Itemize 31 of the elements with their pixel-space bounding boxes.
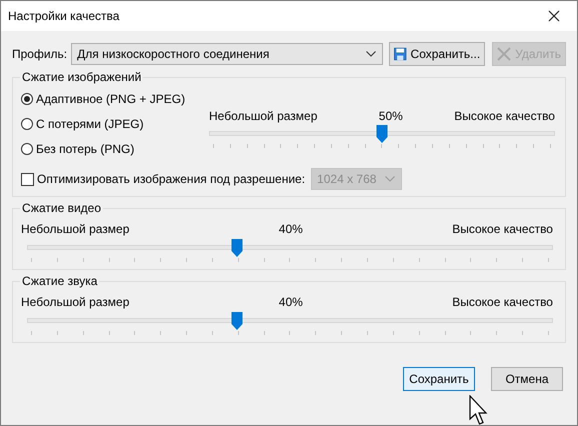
- cross-icon: [497, 47, 512, 61]
- cancel-button[interactable]: Отмена: [491, 367, 563, 391]
- field-label: Профиль:: [12, 47, 68, 61]
- close-icon: [548, 10, 560, 22]
- slider-value: 40%: [278, 295, 303, 309]
- slider-min-label: Небольшой размер: [21, 222, 130, 236]
- slider-max-label: Высокое качество: [452, 222, 553, 236]
- chevron-down-icon: [366, 51, 376, 57]
- slider-value: 40%: [278, 222, 303, 236]
- slider[interactable]: [27, 239, 553, 257]
- slider[interactable]: [27, 312, 553, 330]
- slider-thumb[interactable]: [232, 239, 243, 257]
- save-profile-button[interactable]: Сохранить...: [389, 42, 486, 66]
- radio-option[interactable]: Без потерь (PNG): [21, 140, 209, 158]
- slider-thumb[interactable]: [376, 125, 388, 143]
- radio-option[interactable]: С потерями (JPEG): [21, 115, 209, 133]
- group-title: Сжатие звука: [21, 274, 98, 288]
- chevron-down-icon: [385, 176, 396, 182]
- slider-max-label: Высокое качество: [454, 109, 555, 123]
- radio-option[interactable]: Адаптивное (PNG + JPEG): [21, 90, 209, 108]
- slider-max-label: Высокое качество: [452, 295, 553, 309]
- slider-min-label: Небольшой размер: [209, 109, 318, 123]
- slider-value: 50%: [378, 109, 403, 123]
- slider-thumb[interactable]: [232, 312, 243, 330]
- group-title: Сжатие видео: [21, 201, 102, 215]
- group-title: Сжатие изображений: [21, 70, 142, 84]
- profile-dropdown[interactable]: Для низкоскоростного соединения: [71, 43, 384, 65]
- window-title: Настройки качества: [8, 9, 120, 23]
- slider-min-label: Небольшой размер: [21, 295, 130, 309]
- save-button[interactable]: Сохранить: [403, 367, 475, 391]
- slider[interactable]: [209, 125, 555, 143]
